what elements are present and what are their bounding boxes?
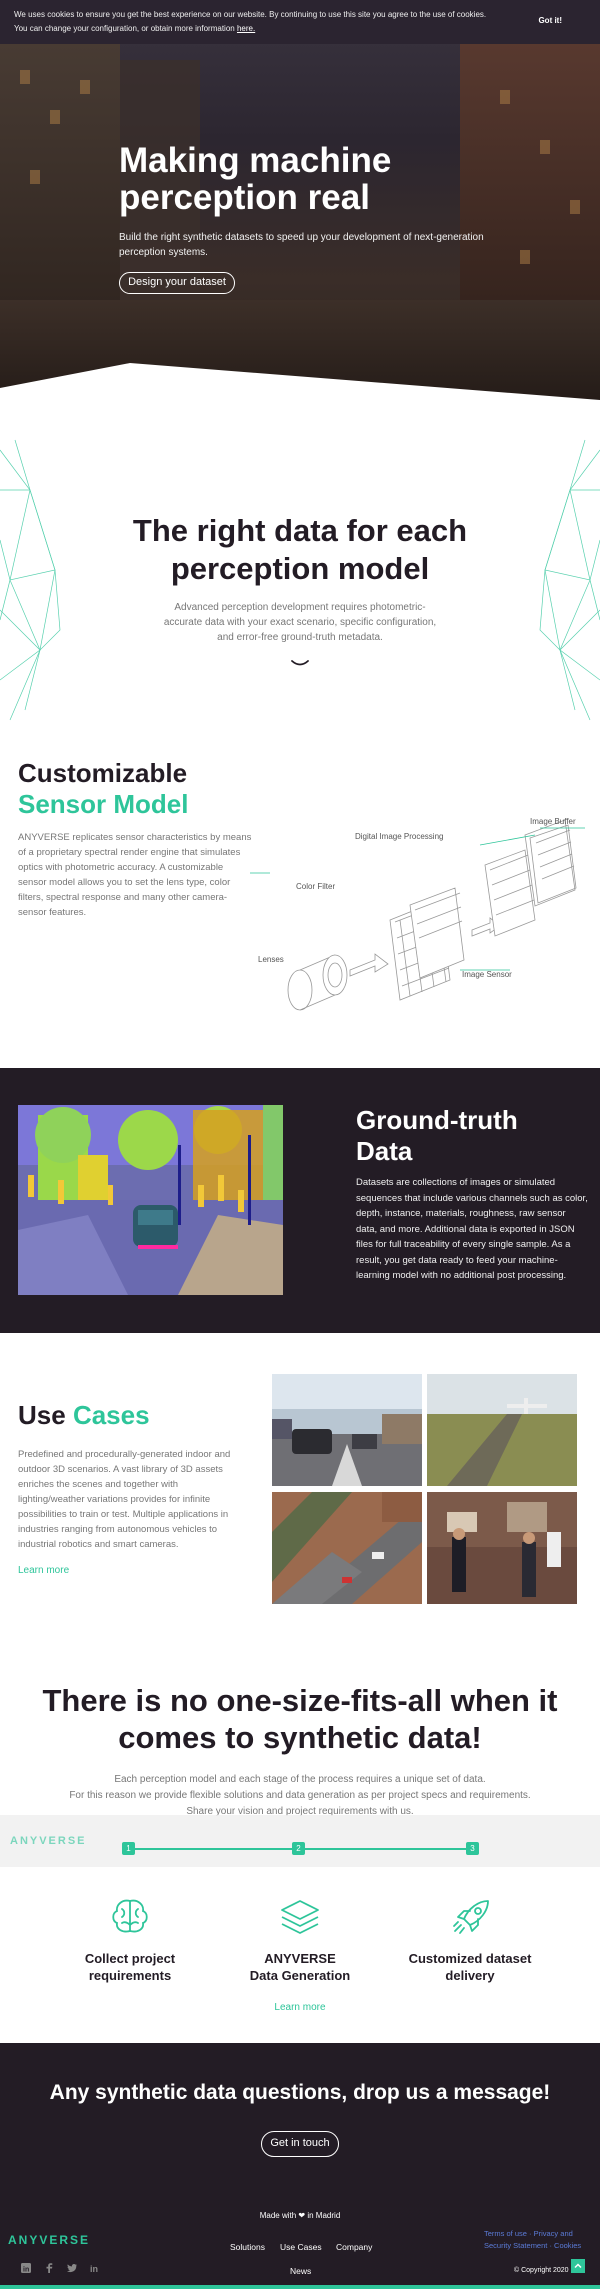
use-cases-learn-more-link[interactable]: Learn more [18,1565,69,1576]
hero-window [30,170,40,184]
hero-title: Making machine perception real [119,141,392,217]
cookie-text-2: You can change your configuration, or ob… [14,24,256,33]
footer-copyright: © Copyright 2020 [514,2267,569,2274]
heart-icon: ❤ [298,2211,306,2220]
sensor-title-line2: Sensor Model [18,789,189,819]
process-text-line2: For this reason we provide flexible solu… [69,1790,531,1801]
svg-text:in: in [90,2264,98,2274]
label-image-sensor: Image Sensor [462,970,512,979]
made-prefix: Made with [259,2211,297,2220]
cookie-more-link[interactable]: here. [237,24,255,33]
contact-cta-section [0,2043,600,2215]
hero-subtitle: Build the right synthetic datasets to sp… [119,232,484,258]
label-color-filter: Color Filter [296,882,336,891]
hero-window [500,90,510,104]
made-suffix: in Madrid [307,2211,341,2220]
process-text-line1: Each perception model and each stage of … [114,1774,486,1785]
ground-truth-title-line1: Ground-truth [356,1105,518,1135]
hero-window [80,80,90,94]
use-case-image-aerial-street [272,1492,422,1604]
hero-window [20,70,30,84]
legal-line2[interactable]: Security Statement · Cookies [484,2240,584,2252]
footer-legal-links[interactable]: Terms of use · Privacy and Security Stat… [484,2228,584,2252]
step-marker-2: 2 [292,1842,305,1855]
sticky-nav-overlay [0,1815,600,1867]
process-text: Each perception model and each stage of … [60,1772,540,1820]
step-label-1-line2: requirements [88,1968,172,1983]
ground-truth-title-line2: Data [356,1136,413,1166]
cookie-text: We uses cookies to ensure you get the be… [14,10,487,19]
linkedin-icon[interactable]: in [20,2262,32,2274]
sensor-title: Customizable Sensor Model [18,758,188,820]
footer-nav-use-cases[interactable]: Use Cases [280,2242,322,2252]
step-label-3: Customized dataset delivery [400,1950,540,1984]
footer-nav-company[interactable]: Company [336,2242,372,2252]
cookie-banner: We uses cookies to ensure you get the be… [0,0,600,44]
get-in-touch-button[interactable]: Get in touch [261,2131,339,2157]
step-label-2-line1: ANYVERSE [264,1951,336,1966]
sticky-nav-logo[interactable]: ANYVERSE [10,1835,87,1847]
step-label-1-line1: Collect project [84,1951,176,1966]
hero-window [570,200,580,214]
hero-window [50,110,60,124]
facebook-icon[interactable] [43,2262,55,2274]
cookie-accept-button[interactable]: Got it! [538,14,562,28]
step-marker-3: 3 [466,1842,479,1855]
layers-icon [281,1900,319,1934]
hero-window [540,140,550,154]
chevron-up-icon [574,2263,582,2269]
design-dataset-button[interactable]: Design your dataset [119,272,235,294]
svg-text:in: in [23,2267,29,2274]
rocket-icon [453,1900,489,1934]
label-digital-image-processing: Digital Image Processing [355,832,444,841]
intro-title: The right data for each perception model [132,513,468,586]
contact-cta-title: Any synthetic data questions, drop us a … [49,2081,551,2104]
use-cases-title-a: Use [18,1400,66,1430]
use-cases-title-b: Cases [72,1400,150,1430]
step-label-3-line1: Customized dataset [408,1951,532,1966]
footer-accent-bar [0,2285,600,2289]
intro-text: Advanced perception development requires… [163,602,437,643]
process-title: There is no one-size-fits-all when it co… [42,1683,558,1755]
process-learn-more-link[interactable]: Learn more [260,2002,340,2013]
legal-line1[interactable]: Terms of use · Privacy and [484,2228,584,2240]
chevron-down-icon[interactable] [289,658,311,670]
sensor-title-line1: Customizable [18,758,188,788]
hero-divider [0,363,600,408]
sensor-text: ANYVERSE replicates sensor characteristi… [18,832,252,918]
use-case-image-indoor [427,1492,577,1604]
segmentation-image [18,1105,283,1295]
crystal-decoration-right [539,439,600,721]
step-label-3-line2: delivery [445,1968,495,1983]
hero-window [520,250,530,264]
step-label-2-line2: Data Generation [249,1968,351,1983]
scroll-to-top-button[interactable] [571,2259,585,2273]
use-cases-title: Use Cases [18,1400,150,1431]
brain-icon [112,1899,148,1933]
made-in-madrid: Made with ❤ in Madrid [200,2211,400,2220]
footer-nav-solutions[interactable]: Solutions [230,2242,265,2252]
step-marker-1: 1 [122,1842,135,1855]
ground-truth-title: Ground-truth Data [356,1105,518,1167]
twitter-icon[interactable] [66,2262,78,2274]
step-label-1: Collect project requirements [60,1950,200,1984]
use-cases-text: Predefined and procedurally-generated in… [18,1449,231,1550]
footer-logo[interactable]: ANYVERSE [8,2233,90,2247]
crystal-decoration-left [0,439,61,721]
step-label-2: ANYVERSE Data Generation [230,1950,370,1984]
use-case-image-street [272,1374,422,1486]
linkedin-in-icon[interactable]: in [89,2262,101,2274]
footer-nav-news[interactable]: News [290,2266,311,2276]
label-lenses: Lenses [258,955,284,964]
sensor-diagram [250,819,585,1011]
ground-truth-text: Datasets are collections of images or si… [356,1177,588,1281]
label-image-buffer: Image Buffer [530,817,576,826]
use-case-image-aerial-runway [427,1374,577,1486]
